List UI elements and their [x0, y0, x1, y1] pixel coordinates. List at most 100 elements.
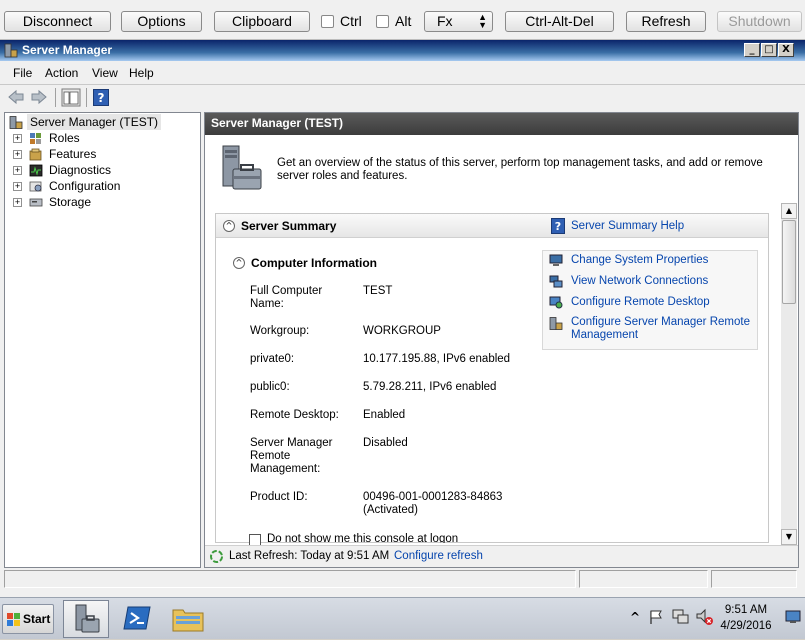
menu-view[interactable]: View: [92, 66, 118, 80]
taskbar-explorer[interactable]: [165, 600, 211, 638]
status-panel: [579, 570, 708, 588]
configure-refresh-link[interactable]: Configure refresh: [394, 550, 483, 562]
title-bar[interactable]: Server Manager _ □ X: [0, 40, 805, 61]
status-bar: [0, 569, 805, 589]
refresh-icon: [210, 550, 223, 563]
info-value: TEST: [363, 285, 393, 297]
toolbar: ?: [0, 84, 805, 110]
info-value: 00496-001-0001283-84863 (Activated): [363, 491, 503, 516]
remote-desktop-icon: [549, 296, 563, 309]
shutdown-button[interactable]: Shutdown: [717, 11, 802, 32]
taskbar: Start ^ 9:51 AM 4/29/2016: [0, 597, 805, 639]
server-summary-help-link[interactable]: Server Summary Help: [571, 220, 684, 232]
tree-item-label: Server Manager (TEST): [27, 114, 162, 130]
features-icon: [29, 148, 42, 161]
back-arrow-icon[interactable]: [7, 89, 25, 105]
show-hidden-icons-chevron[interactable]: ^: [630, 610, 640, 624]
forward-arrow-icon[interactable]: [30, 89, 48, 105]
menu-help[interactable]: Help: [129, 66, 154, 80]
expand-plus-icon[interactable]: +: [13, 166, 22, 175]
computer-information-title: Computer Information: [251, 256, 377, 270]
clock[interactable]: 9:51 AM 4/29/2016: [710, 602, 782, 634]
alt-label: Alt: [395, 13, 412, 29]
server-toolbox-icon: [222, 145, 262, 190]
info-value: Enabled: [363, 409, 406, 421]
taskbar-server-manager[interactable]: [63, 600, 109, 638]
expand-plus-icon[interactable]: +: [13, 198, 22, 207]
collapse-chevron-icon[interactable]: ^: [223, 220, 235, 232]
ctrl-label: Ctrl: [340, 13, 362, 29]
vertical-scrollbar[interactable]: ▲ ▼: [781, 203, 797, 545]
alt-checkbox[interactable]: [376, 15, 389, 28]
minimize-button[interactable]: _: [744, 43, 760, 57]
computer-info-tasks: Change System Properties View Network Co…: [542, 250, 758, 350]
status-panel: [711, 570, 797, 588]
expand-plus-icon[interactable]: +: [13, 134, 22, 143]
info-label: Full Computer Name:: [250, 285, 323, 310]
info-value: 10.177.195.88, IPv6 enabled: [363, 353, 511, 365]
server-manager-icon: [75, 604, 100, 633]
server-summary-header[interactable]: ^ Server Summary ? Server Summary Help: [216, 214, 768, 238]
view-network-connections-link[interactable]: View Network Connections: [571, 275, 708, 287]
toolbar-separator: [86, 88, 87, 107]
options-button[interactable]: Options: [121, 11, 202, 32]
info-label: Workgroup:: [250, 325, 310, 337]
fx-select[interactable]: Fx ▲ ▼: [424, 11, 493, 32]
diagnostics-icon: [29, 164, 43, 177]
refresh-button[interactable]: Refresh: [626, 11, 706, 32]
menu-file[interactable]: File: [13, 66, 32, 80]
toolbar-separator: [55, 88, 56, 107]
results-pane-header: Server Manager (TEST): [205, 113, 798, 135]
svg-text:?: ?: [98, 91, 105, 105]
action-center-flag-icon[interactable]: [648, 609, 664, 625]
window-title: Server Manager: [22, 43, 113, 57]
server-summary-section: ^ Server Summary ? Server Summary Help ^…: [215, 213, 769, 546]
scroll-thumb[interactable]: [782, 220, 796, 304]
disconnect-button[interactable]: Disconnect: [4, 11, 111, 32]
expand-plus-icon[interactable]: +: [13, 182, 22, 191]
close-button[interactable]: X: [778, 43, 794, 57]
tree-item-label: Roles: [49, 131, 80, 145]
folder-icon: [172, 609, 204, 632]
info-value: 5.79.28.211, IPv6 enabled: [363, 381, 497, 393]
info-label: Remote Desktop:: [250, 409, 339, 421]
tree-item-server-manager[interactable]: Server Manager (TEST): [5, 114, 200, 130]
last-refresh-text: Last Refresh: Today at 9:51 AM: [229, 550, 390, 562]
start-label: Start: [23, 612, 51, 626]
vnc-toolbar: Disconnect Options Clipboard Ctrl Alt Fx…: [0, 0, 805, 40]
server-manager-icon: [9, 116, 23, 129]
clipboard-button[interactable]: Clipboard: [214, 11, 310, 32]
server-manager-window: Server Manager _ □ X File Action View He…: [0, 40, 805, 597]
svg-text:?: ?: [555, 220, 561, 233]
info-label: private0:: [250, 353, 295, 365]
maximize-button[interactable]: □: [761, 43, 777, 57]
show-hide-console-tree-icon[interactable]: [61, 88, 81, 107]
configure-server-manager-remote-management-link[interactable]: Configure Server Manager Remote Manageme…: [571, 316, 757, 342]
scroll-down-arrow-icon[interactable]: ▼: [781, 529, 797, 545]
change-system-properties-link[interactable]: Change System Properties: [571, 254, 708, 266]
status-panel: [4, 570, 576, 588]
start-button[interactable]: Start: [2, 604, 54, 634]
server-manager-remote-icon: [549, 317, 563, 330]
taskbar-powershell[interactable]: [114, 600, 160, 638]
storage-icon: [29, 198, 43, 207]
dont-show-label: Do not show me this console at logon: [267, 533, 459, 543]
help-icon[interactable]: ?: [93, 89, 109, 106]
console-tree: Server Manager (TEST) + Roles + Features…: [4, 112, 201, 568]
windows-logo-icon: [7, 613, 20, 626]
show-desktop-icon[interactable]: [785, 610, 801, 624]
menu-action[interactable]: Action: [45, 66, 78, 80]
info-label: Product ID:: [250, 491, 308, 503]
expand-plus-icon[interactable]: +: [13, 150, 22, 159]
clock-date: 4/29/2016: [720, 620, 772, 632]
ctrl-checkbox[interactable]: [321, 15, 334, 28]
network-icon[interactable]: [672, 609, 689, 625]
intro-section: Get an overview of the status of this se…: [205, 135, 783, 199]
collapse-chevron-icon[interactable]: ^: [233, 257, 245, 269]
configure-remote-desktop-link[interactable]: Configure Remote Desktop: [571, 296, 710, 308]
scroll-up-arrow-icon[interactable]: ▲: [781, 203, 797, 219]
info-value: Disabled: [363, 437, 408, 449]
tree-item-label: Configuration: [49, 179, 121, 193]
refresh-status-bar: Last Refresh: Today at 9:51 AM Configure…: [205, 545, 798, 567]
ctrl-alt-del-button[interactable]: Ctrl-Alt-Del: [505, 11, 614, 32]
